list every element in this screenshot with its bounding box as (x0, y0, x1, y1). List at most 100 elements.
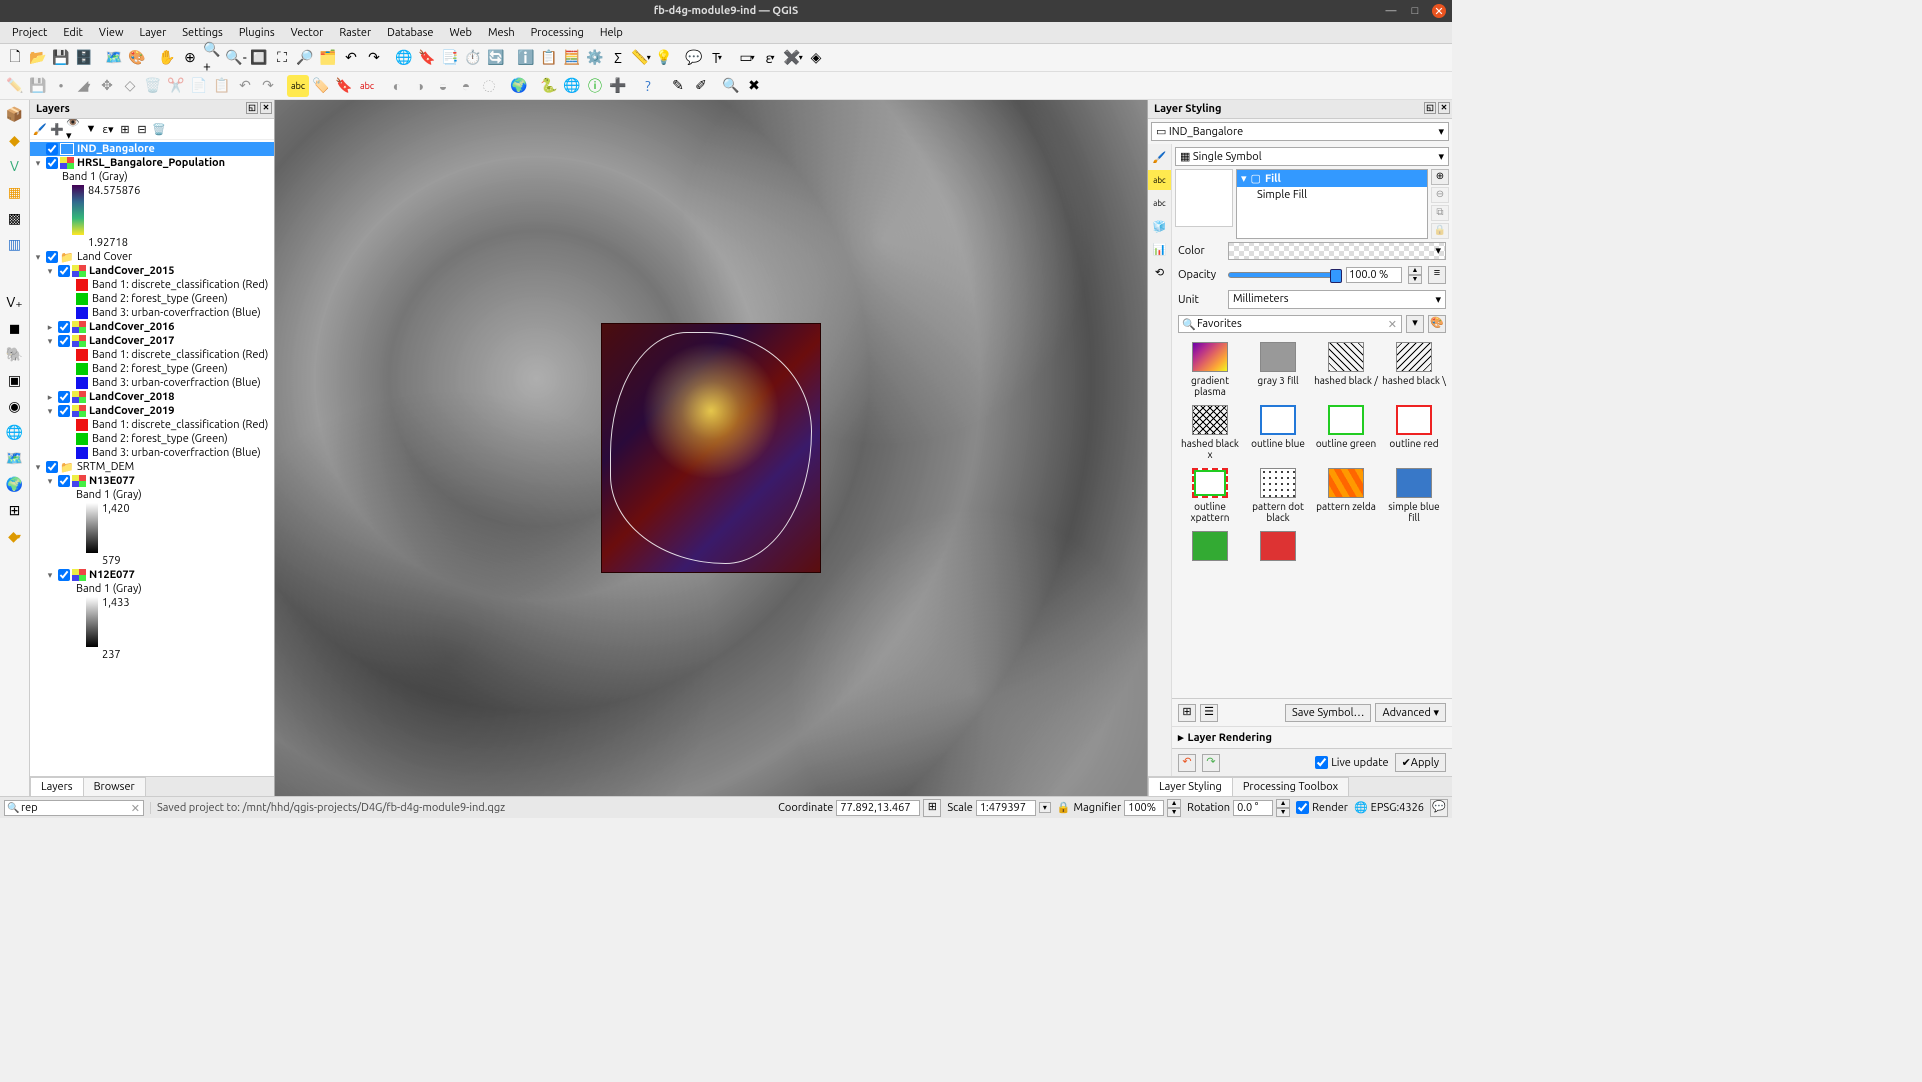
layer-lc2018[interactable]: ▸LandCover_2018 (30, 390, 274, 404)
favorite-gray-3-fill[interactable]: gray 3 fill (1246, 342, 1310, 397)
menu-project[interactable]: Project (4, 25, 55, 41)
plugin-web-icon[interactable]: 🌐 (561, 75, 583, 97)
zoom-selection-icon[interactable]: 🔎 (294, 47, 316, 69)
style-manager-icon[interactable]: 🎨 (126, 47, 148, 69)
temporal-controller-icon[interactable]: ⏱️ (462, 47, 484, 69)
favorite-gradient-plasma[interactable]: gradient plasma (1178, 342, 1242, 397)
delete-selected-icon[interactable]: 🗑️ (142, 75, 164, 97)
add-mssql-icon[interactable]: ▣ (3, 368, 27, 392)
field-calc-icon[interactable]: 🧮 (561, 47, 583, 69)
menu-mesh[interactable]: Mesh (480, 25, 523, 41)
label-pin-icon[interactable]: abc (356, 75, 378, 97)
vtab-history-icon[interactable]: ⟲ (1148, 262, 1171, 282)
close-panel-icon[interactable]: ✕ (260, 102, 272, 114)
apply-button[interactable]: ✔Apply (1395, 753, 1446, 772)
opacity-stepper[interactable]: ▲▼ (1408, 266, 1422, 284)
add-wms-icon[interactable]: 🌐 (3, 420, 27, 444)
new-geopackage-icon[interactable]: ◆ (3, 128, 27, 152)
layer-n13[interactable]: ▾N13E077 (30, 474, 274, 488)
menu-database[interactable]: Database (379, 25, 441, 41)
add-wcs-icon[interactable]: 🗺️ (3, 446, 27, 470)
favorite-simple-blue-fill[interactable]: simple blue fill (1382, 468, 1446, 523)
layer-ind-bangalore[interactable]: IND_Bangalore (30, 142, 274, 156)
map-canvas[interactable] (275, 100, 1147, 796)
render-checkbox[interactable]: Render (1296, 801, 1348, 814)
favorites-search-input[interactable]: Favorites✕ (1178, 315, 1402, 333)
favorite-hashed-black-[interactable]: hashed black \ (1382, 342, 1446, 397)
favorite-outline-red[interactable]: outline red (1382, 405, 1446, 460)
add-more-icon[interactable]: ◆ (3, 524, 27, 548)
add-vector-icon[interactable]: V (3, 154, 27, 178)
datasource-manager-icon[interactable]: 📦 (3, 102, 27, 126)
layer-lc2019[interactable]: ▾LandCover_2019 (30, 404, 274, 418)
add-feature-icon[interactable]: • (50, 75, 72, 97)
favorite-hashed-black-x[interactable]: hashed black x (1178, 405, 1242, 460)
layer-checkbox[interactable] (46, 251, 58, 263)
label-tool-icon[interactable]: abc (287, 75, 309, 97)
label-diagram-icon[interactable]: 🏷️ (310, 75, 332, 97)
layer-checkbox[interactable] (46, 157, 58, 169)
menu-raster[interactable]: Raster (331, 25, 379, 41)
layer-n12[interactable]: ▾N12E077 (30, 568, 274, 582)
help-icon[interactable]: ? (637, 75, 659, 97)
python-console-icon[interactable]: 🐍 (538, 75, 560, 97)
move-feature-icon[interactable]: ✥ (96, 75, 118, 97)
zoom-out-icon[interactable]: 🔍- (225, 47, 247, 69)
select-by-value-icon[interactable]: ε (759, 47, 781, 69)
new-project-icon[interactable]: 🗋 (4, 47, 26, 69)
menu-processing[interactable]: Processing (523, 25, 592, 41)
undo-style-icon[interactable]: ↶ (1178, 754, 1196, 772)
menu-view[interactable]: View (91, 25, 132, 41)
opacity-menu-icon[interactable]: ≡ (1428, 266, 1446, 284)
coordinate-toggle-icon[interactable]: ⊞ (923, 799, 941, 817)
menu-help[interactable]: Help (592, 25, 631, 41)
lt-remove-icon[interactable]: 🗑️ (151, 121, 167, 137)
add-mesh-icon[interactable]: ▩ (3, 206, 27, 230)
plugin-x-icon[interactable]: ✖ (743, 75, 765, 97)
menu-web[interactable]: Web (441, 25, 480, 41)
refresh-icon[interactable]: 🔄 (485, 47, 507, 69)
favorite-outline-green[interactable]: outline green (1314, 405, 1378, 460)
add-spatialite-icon[interactable]: ◼ (3, 316, 27, 340)
live-update-checkbox[interactable]: Live update (1315, 756, 1388, 769)
simple-fill-item[interactable]: Simple Fill (1237, 187, 1427, 203)
paste-icon[interactable]: 📋 (211, 75, 233, 97)
add-raster-icon[interactable]: ▦ (3, 180, 27, 204)
close-panel-icon[interactable]: ✕ (1438, 102, 1450, 114)
add-postgis-icon[interactable]: 🐘 (3, 342, 27, 366)
annotation-icon[interactable]: T (706, 47, 728, 69)
layer-landcover-group[interactable]: ▾📁Land Cover (30, 250, 274, 264)
add-symbol-layer-icon[interactable]: ⊕ (1431, 169, 1449, 185)
tab-processing-toolbox[interactable]: Processing Toolbox (1232, 777, 1349, 796)
lt-visibility-icon[interactable]: 👁️▾ (66, 121, 82, 137)
map-tips-icon[interactable]: 💡 (653, 47, 675, 69)
plugin-info-icon[interactable]: ⓘ (584, 75, 606, 97)
symbol-tree[interactable]: ▾▢ Fill Simple Fill (1236, 169, 1428, 239)
layer-srtm-group[interactable]: ▾📁SRTM_DEM (30, 460, 274, 474)
vtab-masks-icon[interactable]: abc (1148, 193, 1171, 213)
osm-download-icon[interactable]: 🌍 (508, 75, 530, 97)
lt-add-group-icon[interactable]: ➕ (49, 121, 65, 137)
favorite-pattern-zelda[interactable]: pattern zelda (1314, 468, 1378, 523)
toolbox-icon[interactable]: ⚙️ (584, 47, 606, 69)
measure-icon[interactable]: 📏 (630, 47, 652, 69)
add-delimited-icon[interactable]: ▥ (3, 232, 27, 256)
plugin-edit1-icon[interactable]: ✎ (667, 75, 689, 97)
locator-search-input[interactable]: rep✕ (4, 800, 144, 816)
scale-dropdown-icon[interactable]: ▾ (1039, 802, 1051, 813)
save-as-icon[interactable]: 🗄️ (73, 47, 95, 69)
lt-filter-icon[interactable]: ▼ (83, 121, 99, 137)
zoom-next-icon[interactable]: ↷ (363, 47, 385, 69)
pan-icon[interactable]: ✋ (156, 47, 178, 69)
redo-icon[interactable]: ↷ (257, 75, 279, 97)
zoom-full-icon[interactable]: ⛶ (271, 47, 293, 69)
show-bookmarks-icon[interactable]: 📑 (439, 47, 461, 69)
messages-icon[interactable]: 💬 (1430, 799, 1448, 817)
magnifier-input[interactable]: 100% (1124, 800, 1164, 816)
layer-rendering-section[interactable]: ▸ Layer Rendering (1172, 726, 1452, 748)
view-list-icon[interactable]: ☰ (1200, 704, 1218, 722)
select-features-icon[interactable]: ▭ (736, 47, 758, 69)
plugin-edit2-icon[interactable]: ✐ (690, 75, 712, 97)
save-project-icon[interactable]: 💾 (50, 47, 72, 69)
view-icons-icon[interactable]: ⊞ (1178, 704, 1196, 722)
